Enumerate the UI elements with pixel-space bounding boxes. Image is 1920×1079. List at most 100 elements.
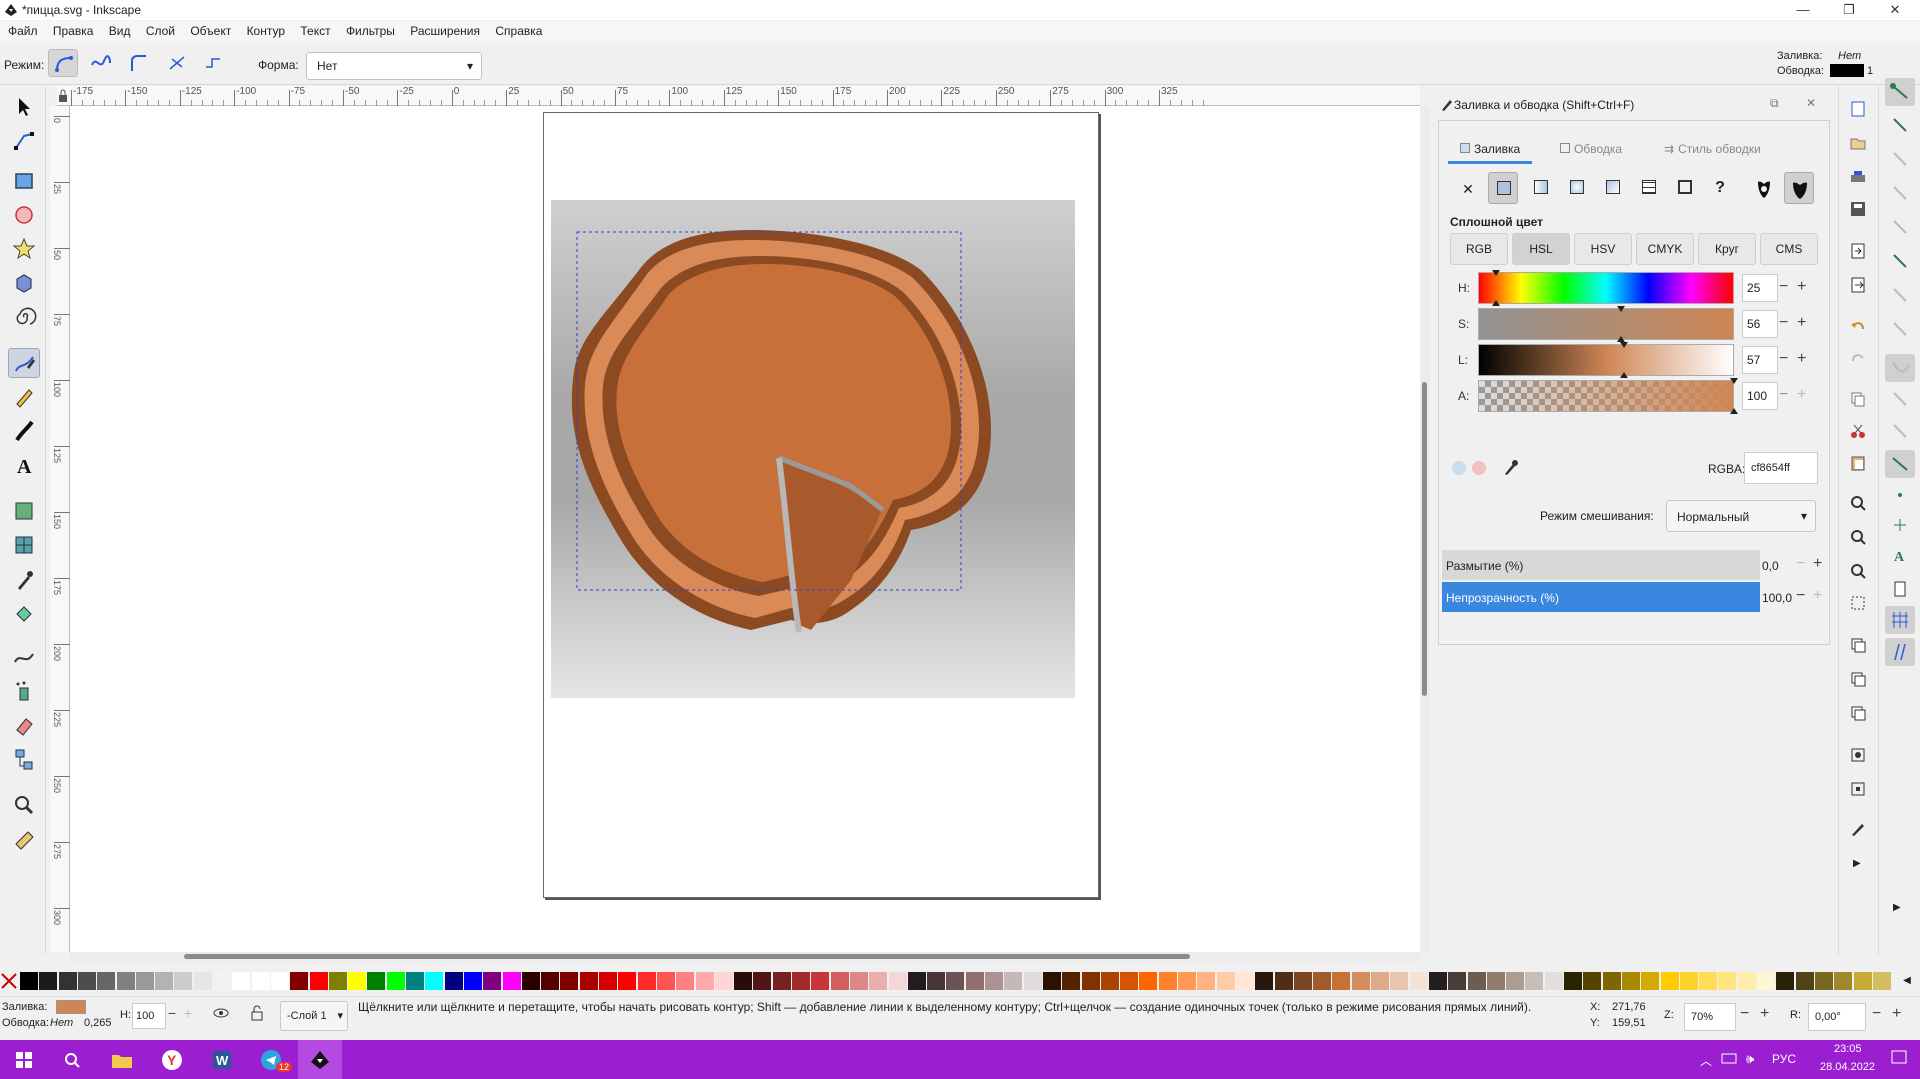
palette-swatch[interactable] bbox=[1371, 972, 1389, 990]
clock-date[interactable]: 28.04.2022 bbox=[1820, 1061, 1875, 1073]
layer-lock-icon[interactable] bbox=[250, 1004, 264, 1022]
snap-nodes-icon[interactable] bbox=[1891, 286, 1909, 304]
redo-icon[interactable] bbox=[1849, 350, 1867, 368]
palette-swatch[interactable] bbox=[676, 972, 695, 990]
zoom-input[interactable]: 70% bbox=[1684, 1003, 1736, 1031]
palette-swatch[interactable] bbox=[1100, 972, 1119, 990]
slider-s-track[interactable] bbox=[1478, 308, 1734, 340]
palette-swatch[interactable] bbox=[1023, 972, 1042, 990]
palette-swatch[interactable] bbox=[521, 972, 540, 990]
palette-swatch[interactable] bbox=[1718, 972, 1737, 990]
palette-swatch[interactable] bbox=[1621, 972, 1640, 990]
slider-l-plus-icon[interactable]: + bbox=[1797, 350, 1806, 368]
color-mode-hsv[interactable]: HSV bbox=[1574, 233, 1632, 265]
panel-float-icon[interactable]: ⧉ bbox=[1770, 96, 1779, 111]
color-mode-cmyk[interactable]: CMYK bbox=[1636, 233, 1694, 265]
clone-icon[interactable] bbox=[1849, 670, 1867, 688]
palette-swatch[interactable] bbox=[290, 972, 309, 990]
tray-chevron-up-icon[interactable]: ︿ bbox=[1700, 1052, 1712, 1069]
slider-h-minus-icon[interactable]: − bbox=[1779, 278, 1788, 296]
slider-a-value[interactable]: 100 bbox=[1742, 382, 1778, 410]
group-icon[interactable] bbox=[1849, 746, 1867, 764]
opacity-minus-icon[interactable]: − bbox=[1796, 587, 1805, 605]
snap-page-border-icon[interactable] bbox=[1891, 580, 1909, 598]
slider-a-plus-icon[interactable]: + bbox=[1797, 386, 1806, 404]
palette-swatch[interactable] bbox=[753, 972, 772, 990]
slider-thumb[interactable] bbox=[1730, 408, 1738, 414]
word-icon[interactable]: W bbox=[202, 1044, 242, 1076]
search-icon[interactable] bbox=[52, 1044, 92, 1076]
palette-swatch[interactable] bbox=[1042, 972, 1061, 990]
menu-edit[interactable]: Правка bbox=[47, 21, 100, 41]
blur-plus-icon[interactable]: + bbox=[1813, 555, 1822, 573]
slider-a-track[interactable] bbox=[1478, 380, 1734, 412]
snap-toggle-icon[interactable] bbox=[1885, 78, 1915, 106]
palette-swatch[interactable] bbox=[1428, 972, 1447, 990]
palette-swatch[interactable] bbox=[483, 972, 502, 990]
connector-tool-icon[interactable] bbox=[8, 744, 40, 774]
palette-swatch[interactable] bbox=[695, 972, 714, 990]
palette-swatch[interactable] bbox=[849, 972, 868, 990]
menu-help[interactable]: Справка bbox=[489, 21, 548, 41]
palette-swatch[interactable] bbox=[1660, 972, 1679, 990]
status-opacity-plus-icon[interactable]: + bbox=[184, 1005, 192, 1021]
paint-bucket-tool-icon[interactable] bbox=[8, 598, 40, 628]
palette-swatch[interactable] bbox=[1332, 972, 1351, 990]
slider-s-plus-icon[interactable]: + bbox=[1797, 314, 1806, 332]
layer-select[interactable]: -Слой 1 ▾ bbox=[280, 1001, 348, 1031]
palette-swatch[interactable] bbox=[1062, 972, 1081, 990]
volume-icon[interactable]: 🕪 bbox=[1746, 1051, 1754, 1067]
palette-swatch[interactable] bbox=[579, 972, 598, 990]
horizontal-ruler[interactable]: -175 -150 -125 -100 -75 -50 -25 0 25 50 75 100 125 15… bbox=[57, 86, 1420, 106]
palette-swatch[interactable] bbox=[463, 972, 482, 990]
palette-swatch[interactable] bbox=[270, 972, 289, 990]
measure-tool-icon[interactable] bbox=[8, 824, 40, 854]
cut-icon[interactable] bbox=[1849, 422, 1867, 440]
snap-path-intersection-icon[interactable] bbox=[1885, 354, 1915, 382]
palette-swatch[interactable] bbox=[1486, 972, 1505, 990]
palette-swatch[interactable] bbox=[193, 972, 212, 990]
slider-thumb[interactable] bbox=[1619, 342, 1628, 348]
zoom-minus-icon[interactable]: − bbox=[1740, 1005, 1749, 1023]
palette-swatch[interactable] bbox=[1351, 972, 1370, 990]
palette-swatch[interactable] bbox=[386, 972, 405, 990]
pen-tool-icon[interactable] bbox=[8, 348, 40, 378]
xml-editor-icon[interactable] bbox=[1849, 820, 1867, 838]
palette-swatch[interactable] bbox=[309, 972, 328, 990]
spray-tool-icon[interactable] bbox=[8, 676, 40, 706]
palette-swatch[interactable] bbox=[1834, 972, 1853, 990]
network-icon[interactable] bbox=[1720, 1051, 1738, 1067]
text-tool-icon[interactable]: A bbox=[8, 450, 40, 480]
menu-text[interactable]: Текст bbox=[294, 21, 336, 41]
swatch-icon[interactable] bbox=[1670, 172, 1698, 204]
snap-guide-icon[interactable] bbox=[1885, 638, 1915, 666]
canvas[interactable] bbox=[70, 106, 1420, 952]
palette-swatch[interactable] bbox=[135, 972, 154, 990]
palette-swatch[interactable] bbox=[869, 972, 888, 990]
palette-swatch[interactable] bbox=[1081, 972, 1100, 990]
no-paint-icon[interactable]: ✕ bbox=[1458, 174, 1478, 204]
bezier-mode-button[interactable] bbox=[48, 49, 78, 77]
palette-swatch[interactable] bbox=[1525, 972, 1544, 990]
menu-object[interactable]: Объект bbox=[184, 21, 237, 41]
slider-l-value[interactable]: 57 bbox=[1742, 346, 1778, 374]
slider-thumb[interactable] bbox=[1730, 378, 1738, 384]
snap-rotation-center-icon[interactable] bbox=[1891, 516, 1909, 534]
palette-swatch[interactable] bbox=[772, 972, 791, 990]
style-stroke-width[interactable]: 1 bbox=[1867, 65, 1873, 77]
snap-text-baseline-icon[interactable]: A bbox=[1891, 546, 1909, 564]
palette-swatch[interactable] bbox=[1583, 972, 1602, 990]
palette-swatch[interactable] bbox=[1872, 972, 1891, 990]
dropper-tool-icon[interactable] bbox=[8, 564, 40, 594]
snap-path-icon[interactable] bbox=[1891, 320, 1909, 338]
snap-smooth-icon[interactable] bbox=[1891, 422, 1909, 440]
palette-swatch[interactable] bbox=[888, 972, 907, 990]
opacity-plus-icon[interactable]: + bbox=[1813, 587, 1822, 605]
palette-swatch[interactable] bbox=[1699, 972, 1718, 990]
palette-swatch[interactable] bbox=[425, 972, 444, 990]
file-explorer-icon[interactable] bbox=[102, 1044, 142, 1076]
slider-thumb[interactable] bbox=[1491, 300, 1500, 306]
no-color-swatch[interactable] bbox=[0, 972, 18, 990]
unlink-clone-icon[interactable] bbox=[1849, 704, 1867, 722]
telegram-icon[interactable]: 12 bbox=[252, 1044, 293, 1076]
